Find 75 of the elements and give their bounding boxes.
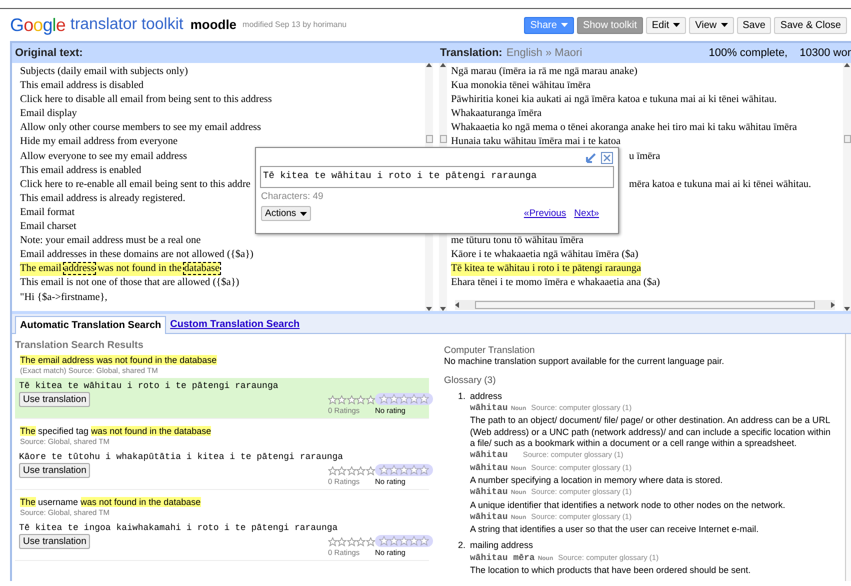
translation-text: Kāore te tūtohu i whakapūtātia i kitea i te pātengi raraunga [19,451,344,463]
list-number: 1. [458,390,467,403]
info-message: No machine translation support available for the current language pair. [444,356,726,368]
pane-title: Translation: [440,46,502,61]
tab[interactable]: Automatic Translation Search [15,316,166,334]
use-translation-button[interactable]: Use translation [19,392,90,407]
definition-text: A number specifying a location in memory where data is stored. [470,474,724,486]
source-line[interactable]: Hide my email address from everyone [20,135,178,150]
glossary-translation: wāhitau [470,512,508,524]
source-line[interactable]: Email charset [20,220,76,234]
translation-line[interactable]: me tūturu tonu tō wāhitau īmēra [451,234,584,248]
translation-line[interactable]: Kua monokia tēnei wāhitau īmēra [451,79,591,94]
translation-line[interactable]: mēra katoa e tukuna mai ai ki tēnei wāhitau. [629,178,812,192]
translation-line[interactable]: Hunaia taku wāhitau īmēra mai i te katoa [451,135,621,150]
definition-text: A unique identifier that identifies a network node to other nodes on the network. [470,500,786,511]
next-link[interactable]: Next» [574,206,599,221]
glossary-translation: wāhitau [470,487,508,499]
section-title: Glossary (3) [444,374,497,386]
section-title: Translation Search Results [15,339,144,353]
document-title: moodle [190,16,237,34]
query-text: The email address was not found in the database [19,354,218,366]
actions-button[interactable]: Actions [261,206,312,222]
glossary-term: mailing address [470,540,534,552]
translation-line[interactable]: Whakaaetia ko ngā mema o tēnei akoranga anake hei tiro mai ki taku wāhitau īmēra [451,121,797,136]
translation-text: Tē kitea te ingoa kaiwhakamahi i roto i te pātengi raraunga [19,522,339,534]
source-line[interactable]: Email format [20,206,75,220]
definition-text: The path to an object/ document/ file/ page/ or other destination. An address can be a URL (Web address) or a UNC path (network address)/ and can include a specific location within a file/ such as a bookmark within a document or a cell range within a spreadsheet. [470,415,831,450]
previous-link[interactable]: «Previous [524,206,566,221]
pane-title: Original text: [15,46,83,59]
use-translation-button[interactable]: Use translation [19,463,90,478]
source-line[interactable]: Allow everyone to see my email address [20,150,187,164]
query-text: The username was not found in the database [19,496,202,508]
source-line[interactable]: Email addresses in these domains are not allowed ({$a}) [20,248,254,262]
glossary-translation: wāhitau [470,450,508,462]
use-translation-button[interactable]: Use translation [19,534,90,549]
language-pair: English » Maori [506,46,582,61]
source-line[interactable]: "Hi {$a->firstname}, [20,290,108,305]
logo: Google [10,14,66,37]
translation-line[interactable]: Whakaaturanga īmēra [451,107,542,122]
definition-text: The location to which products that have been ordered should be sent. [470,565,752,576]
translation-line[interactable]: u īmēra [629,150,660,164]
translation-line[interactable]: Ngā marau (īmēra ia rā me ngā marau anake) [451,65,638,80]
glossary-translation: wāhitau mēra [470,552,535,564]
translation-text: Tē kitea te wāhitau i roto i te pātengi raraunga [19,380,280,392]
definition-text: A string that identifies a user so that the user can receive Internet e-mail. [470,524,760,536]
translation-line[interactable]: Kāore i te whakaaetia ngā wāhitau īmēra ($a) [451,248,638,262]
glossary-translation: wāhitau [470,462,508,474]
toolbar-button[interactable]: Save [736,16,772,34]
toolbar-button[interactable]: Edit [646,16,686,34]
section-title: Computer Translation [444,345,536,356]
source-line[interactable]: Click here to re-enable all email being sent to this addre [20,178,250,192]
word-count: 10300 wor [800,46,851,61]
glossary-translation: wāhitau [470,403,508,414]
query-text: The specified tag was not found in the database [19,425,212,437]
source-line[interactable]: Allow only other course members to see my email address [20,121,262,136]
source-line[interactable]: This email address is disabled [20,79,144,94]
modified-info: modified Sep 13 by horimanu [242,19,347,31]
source-line[interactable]: Click here to disable all email from being sent to this address [20,93,272,108]
source-line[interactable]: This email address is enabled [20,164,142,178]
source-line[interactable]: Email display [20,107,77,122]
character-count: Characters: 49 [261,190,324,204]
source-line[interactable]: Note: your email address must be a real one [20,234,201,248]
translation-input[interactable]: Tē kitea te wāhitau i roto i te pātengi raraunga [260,166,614,188]
translation-line[interactable]: Pāwhiritia konei kia aukati ai ngā īmēra katoa e tukuna mai ai ki tēnei wāhitau. [451,93,777,108]
tab[interactable]: Custom Translation Search [166,315,304,333]
source-line[interactable]: Subjects (daily email with subjects only) [20,65,188,80]
glossary-term: address [470,390,504,402]
translation-line[interactable]: Ehara tēnei i te momo īmēra e whakaaetia ana ($a) [451,276,660,290]
list-number: 2. [458,540,467,552]
progress-text: 100% complete, [708,46,788,61]
source-line[interactable]: This email is not one of those that are allowed ({$a}) [20,276,240,290]
toolbar-button[interactable]: Save & Close [774,16,847,34]
toolbar-button[interactable]: View [689,16,734,34]
product-name: translator toolkit [70,15,184,35]
source-line[interactable]: This email address is already registered. [20,192,186,206]
